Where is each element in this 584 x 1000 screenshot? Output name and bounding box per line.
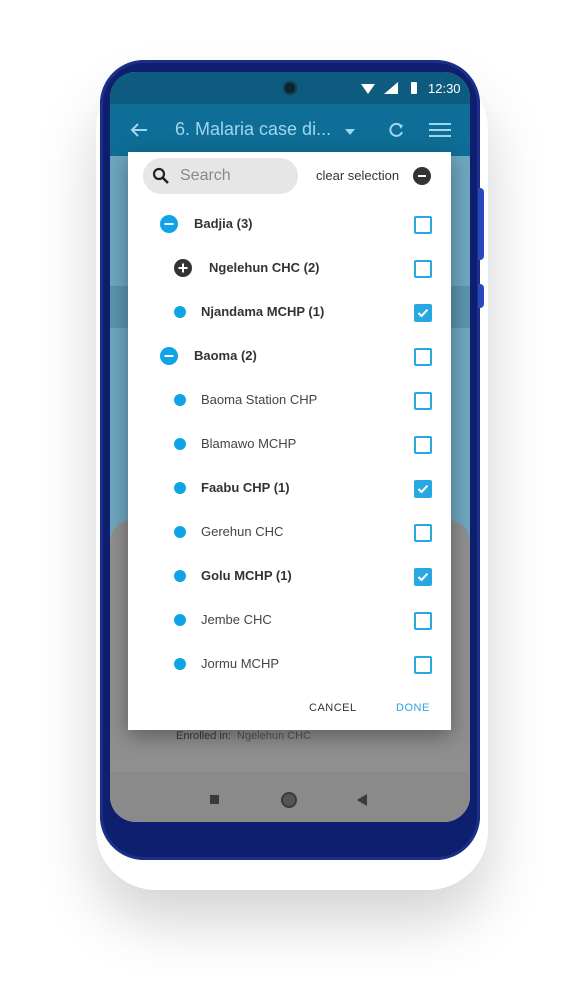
list-item[interactable]: Blamawo MCHP (128, 422, 451, 466)
list-item[interactable]: Badjia (3) (128, 202, 451, 246)
list-item[interactable]: Baoma (2) (128, 334, 451, 378)
list-item-label: Njandama MCHP (1) (201, 304, 325, 319)
sync-icon[interactable] (387, 121, 405, 139)
checkbox[interactable] (414, 348, 432, 366)
home-icon[interactable] (281, 792, 297, 808)
checkbox[interactable] (414, 656, 432, 674)
list-item[interactable]: Baoma Station CHP (128, 378, 451, 422)
enrolled-label: Enrolled in: (176, 730, 232, 742)
app-bar: 6. Malaria case di... (110, 104, 470, 156)
list-item[interactable]: Njandama MCHP (1) (128, 290, 451, 334)
checkbox-checked[interactable] (414, 304, 432, 322)
filter-icon[interactable] (428, 121, 452, 139)
wifi-icon (361, 84, 375, 94)
list-item-label: Gerehun CHC (201, 524, 284, 539)
list-item[interactable]: Gerehun CHC (128, 510, 451, 554)
bullet-dot-icon (174, 394, 186, 406)
navigation-bar (110, 772, 470, 822)
selection-dialog: Search clear selection Badjia (3) Ngelehu… (128, 152, 451, 730)
recents-icon[interactable] (210, 795, 219, 804)
enrolled-value: Ngelehun CHC (237, 730, 311, 742)
clear-selection-icon[interactable] (413, 167, 431, 185)
list-item[interactable]: Golu MCHP (1) (128, 554, 451, 598)
expand-plus-icon[interactable] (174, 259, 192, 277)
checkmark-icon (417, 484, 429, 494)
bullet-dot-icon (174, 614, 186, 626)
camera-icon (283, 81, 297, 95)
collapse-minus-icon[interactable] (160, 347, 178, 365)
clear-selection-label[interactable]: clear selection (316, 168, 399, 183)
status-time: 12:30 (428, 81, 461, 96)
list-item[interactable]: Jormu MCHP (128, 642, 451, 686)
volume-button (478, 188, 484, 260)
list-item[interactable]: Ngelehun CHC (2) (128, 246, 451, 290)
bullet-dot-icon (174, 482, 186, 494)
bullet-dot-icon (174, 306, 186, 318)
checkmark-icon (417, 572, 429, 582)
done-button[interactable]: DONE (396, 702, 430, 714)
back-arrow-icon[interactable] (130, 122, 148, 138)
bullet-dot-icon (174, 438, 186, 450)
list-item-label: Golu MCHP (1) (201, 568, 292, 583)
bullet-dot-icon (174, 526, 186, 538)
list-item[interactable]: Jembe CHC (128, 598, 451, 642)
checkbox[interactable] (414, 612, 432, 630)
list-item-label: Jembe CHC (201, 612, 272, 627)
checkbox[interactable] (414, 392, 432, 410)
app-bar-title[interactable]: 6. Malaria case di... (175, 119, 331, 140)
chevron-down-icon[interactable] (345, 129, 355, 135)
list-item-label: Ngelehun CHC (2) (209, 260, 320, 275)
cancel-button[interactable]: CANCEL (309, 702, 357, 714)
checkmark-icon (417, 308, 429, 318)
list-item-label: Jormu MCHP (201, 656, 280, 671)
power-button (478, 284, 484, 308)
search-icon (152, 167, 169, 184)
bullet-dot-icon (174, 570, 186, 582)
checkbox[interactable] (414, 216, 432, 234)
list-item-label: Baoma Station CHP (201, 392, 318, 407)
bullet-dot-icon (174, 658, 186, 670)
checkbox-checked[interactable] (414, 568, 432, 586)
checkbox[interactable] (414, 436, 432, 454)
battery-icon (411, 82, 417, 94)
collapse-minus-icon[interactable] (160, 215, 178, 233)
back-icon[interactable] (357, 794, 367, 806)
list-item-label: Badjia (3) (194, 216, 253, 231)
status-bar: 12:30 (110, 72, 470, 104)
checkbox-checked[interactable] (414, 480, 432, 498)
search-placeholder: Search (180, 167, 231, 184)
list-item-label: Faabu CHP (1) (201, 480, 290, 495)
list-item-label: Blamawo MCHP (201, 436, 297, 451)
search-field[interactable]: Search (143, 158, 298, 194)
list-item-label: Baoma (2) (194, 348, 257, 363)
signal-icon (384, 82, 398, 94)
list-item[interactable]: Faabu CHP (1) (128, 466, 451, 510)
checkbox[interactable] (414, 524, 432, 542)
checkbox[interactable] (414, 260, 432, 278)
